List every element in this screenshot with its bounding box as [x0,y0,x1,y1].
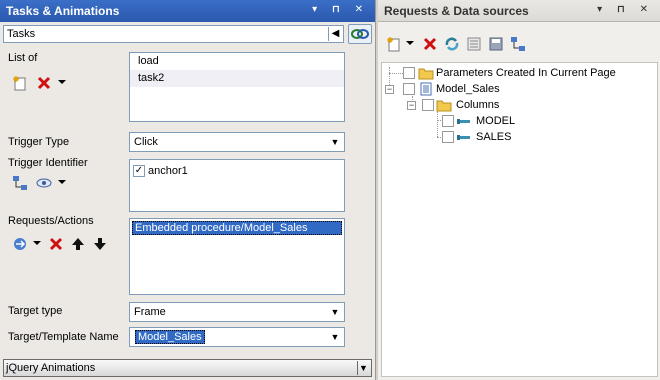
collapse-icon[interactable]: − [385,85,394,94]
target-type-select[interactable]: Frame ▼ [129,302,345,322]
tasks-dropdown-value: Tasks [7,28,36,40]
tasks-dropdown[interactable]: Tasks ◀ [3,25,344,43]
new-request-icon[interactable] [386,36,402,52]
chevron-down-icon[interactable] [58,80,66,84]
document-icon [420,82,432,96]
folder-icon [436,100,452,112]
requests-panel-titlebar: Requests & Data sources ▾ ⊓ ✕ [378,0,660,22]
target-type-value: Frame [134,306,166,318]
requests-toolbar [384,36,554,54]
requests-actions-toolbar [10,236,120,254]
tree-line [437,111,438,137]
requests-panel-title: Requests & Data sources [384,4,529,18]
tree-checkbox[interactable] [403,83,415,95]
delete-icon[interactable] [48,236,64,252]
trigger-identifier-list[interactable]: ✓ anchor1 [129,159,345,212]
trigger-identifier-label: Trigger Identifier [8,157,88,169]
trigger-identifier-item-label: anchor1 [148,165,188,177]
arrow-down-icon[interactable] [92,236,108,252]
jquery-animations-label: jQuery Animations [6,362,96,374]
task-list[interactable]: load task2 [129,52,345,122]
chevron-down-icon[interactable] [33,241,41,245]
chevron-down-icon[interactable] [406,41,414,45]
tree-item-label: Parameters Created In Current Page [436,67,616,79]
tree-item[interactable]: MODEL [440,113,640,129]
chevron-down-icon[interactable]: ▼ [328,330,342,344]
tree-item-label: Model_Sales [436,83,500,95]
target-template-name-value[interactable]: Model_Sales [135,330,205,344]
requests-panel-title-buttons[interactable]: ▾ ⊓ ✕ [597,4,654,15]
add-request-icon[interactable] [12,236,28,252]
list-of-toolbar [10,75,80,93]
tree-checkbox[interactable] [403,67,415,79]
chevron-down-icon[interactable] [58,180,66,184]
tree-item-label: SALES [476,131,512,143]
tasks-panel-title-buttons[interactable]: ▾ ⊓ ✕ [312,4,369,15]
data-sources-tree: Parameters Created In Current Page − Mod… [381,62,658,377]
jquery-animations-dropdown[interactable]: jQuery Animations ▼ [3,359,372,377]
trigger-type-label: Trigger Type [8,136,70,148]
identifier-eye-icon[interactable] [36,175,52,191]
requests-actions-label: Requests/Actions [8,215,94,227]
list-item[interactable]: Embedded procedure/Model_Sales [132,221,342,235]
list-item[interactable]: task2 [130,70,344,87]
tree-item[interactable]: − Columns [406,97,636,113]
chevron-left-icon[interactable]: ◀ [328,27,342,41]
refresh-link-button[interactable] [348,24,372,44]
requests-actions-list[interactable]: Embedded procedure/Model_Sales [129,218,345,295]
tree-checkbox[interactable] [422,99,434,111]
list-item[interactable]: load [130,53,344,70]
tree-checkbox[interactable] [442,131,454,143]
trigger-type-select[interactable]: Click ▼ [129,132,345,152]
checkbox-checked[interactable]: ✓ [133,165,145,177]
chevron-down-icon[interactable]: ▼ [328,135,342,149]
trigger-identifier-toolbar [10,175,80,193]
target-type-label: Target type [8,305,63,317]
tasks-panel-titlebar: Tasks & Animations ▾ ⊓ ✕ [0,0,375,22]
list-of-label: List of [8,52,38,64]
folder-icon [418,68,434,80]
tree-item[interactable]: Parameters Created In Current Page [400,65,650,81]
chevron-down-icon[interactable]: ▼ [357,361,369,375]
trigger-type-value: Click [134,136,158,148]
requests-data-sources-panel: Requests & Data sources ▾ ⊓ ✕ Parameters… [378,0,660,380]
target-template-name-combo[interactable]: Model_Sales ▼ [129,327,345,347]
link-icon [351,29,369,39]
chevron-down-icon[interactable]: ▼ [328,305,342,319]
tree-item-label: MODEL [476,115,516,127]
collapse-icon[interactable]: − [407,101,416,110]
delete-icon[interactable] [422,36,438,52]
tree-item-label: Columns [456,99,500,111]
new-task-icon[interactable] [12,75,28,91]
tasks-panel-title: Tasks & Animations [6,4,120,18]
field-icon [457,135,470,140]
delete-icon[interactable] [36,75,52,91]
tree-checkbox[interactable] [442,115,454,127]
tasks-animations-panel: Tasks & Animations ▾ ⊓ ✕ Tasks ◀ List of… [0,0,376,380]
refresh-icon[interactable] [444,36,460,52]
target-template-name-label: Target/Template Name [8,331,119,343]
field-icon [457,119,470,124]
tree-item[interactable]: SALES [440,129,640,145]
hierarchy-icon[interactable] [510,36,526,52]
tree-item[interactable]: − Model_Sales [384,81,634,97]
save-icon[interactable] [488,36,504,52]
hierarchy-icon[interactable] [12,175,28,191]
properties-icon[interactable] [466,36,482,52]
arrow-up-icon[interactable] [70,236,86,252]
